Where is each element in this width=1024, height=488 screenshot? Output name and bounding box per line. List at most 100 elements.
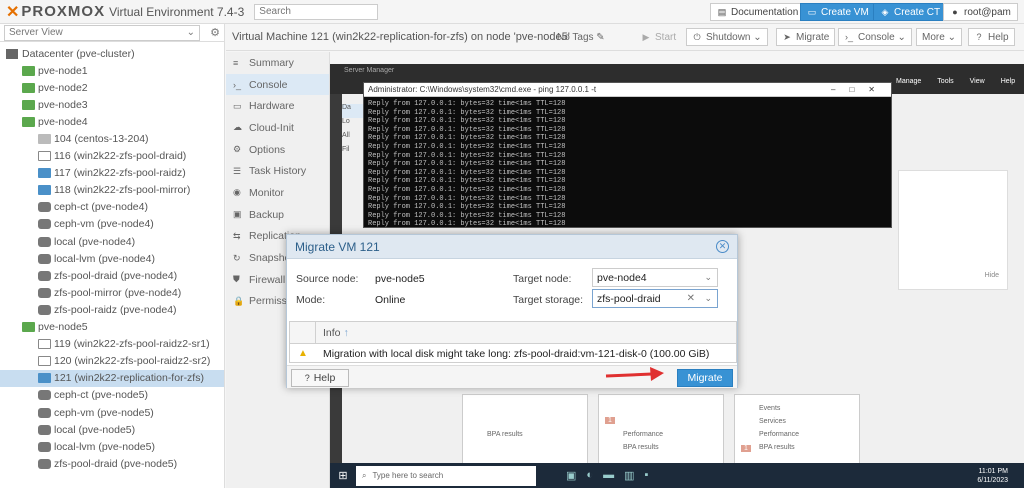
- tree-item[interactable]: pve-node4: [0, 113, 224, 130]
- documentation-button[interactable]: ▤ Documentation: [710, 3, 806, 21]
- console-button[interactable]: ›_ Console ⌄: [838, 28, 912, 46]
- migrate-dialog: Migrate VM 121 ✕ Source node: pve-node5 …: [286, 234, 738, 388]
- windows-taskbar: ⊞ ⌕ Type here to search ▣ ◐ ▬ ▥ ▪ 11:01 P…: [330, 463, 1024, 488]
- card-line[interactable]: BPA results: [759, 444, 795, 451]
- warning-text: Migration with local disk might take lon…: [323, 347, 710, 360]
- windows-start-icon[interactable]: ⊞: [330, 469, 356, 482]
- tree-item[interactable]: zfs-pool-raidz (pve-node4): [0, 301, 224, 318]
- server-manager-sidebar: Da Lo All Fil: [342, 104, 364, 160]
- tree-item-label: 117 (win2k22-zfs-pool-raidz): [54, 167, 186, 180]
- tags-button[interactable]: No Tags ✎: [552, 28, 610, 46]
- tree-item[interactable]: ceph-ct (pve-node5): [0, 387, 224, 404]
- tree-item[interactable]: pve-node5: [0, 319, 224, 336]
- server-menu-item[interactable]: Manage: [896, 78, 921, 85]
- server-view-select[interactable]: Server View ⌄: [4, 24, 200, 41]
- product-version: Virtual Environment 7.4-3: [109, 4, 245, 19]
- server-menu-item[interactable]: Tools: [937, 78, 953, 85]
- task-view-icon[interactable]: ▣: [566, 469, 576, 482]
- card-line[interactable]: Events: [759, 405, 780, 412]
- server-manager-icon[interactable]: ▥: [624, 469, 634, 482]
- tree-item[interactable]: zfs-pool-mirror (pve-node4): [0, 284, 224, 301]
- card-line[interactable]: BPA results: [487, 431, 523, 438]
- card-line[interactable]: Performance: [759, 431, 799, 438]
- tree-item[interactable]: 116 (win2k22-zfs-pool-draid): [0, 148, 224, 165]
- tree-item[interactable]: 119 (win2k22-zfs-pool-raidz2-sr1): [0, 336, 224, 353]
- tree-item-label: local (pve-node5): [54, 423, 136, 436]
- vm-menu-item[interactable]: ☰ Task History: [226, 160, 329, 182]
- vm-menu-item[interactable]: ◉ Monitor: [226, 182, 329, 204]
- create-ct-button[interactable]: ◈ Create CT: [873, 3, 948, 21]
- taskbar-search[interactable]: ⌕ Type here to search: [356, 465, 536, 486]
- tree-item[interactable]: 118 (win2k22-zfs-pool-mirror): [0, 182, 224, 199]
- close-icon[interactable]: ✕: [716, 240, 729, 253]
- tree-item[interactable]: 104 (centos-13-204): [0, 130, 224, 147]
- tree-item[interactable]: local (pve-node4): [0, 233, 224, 250]
- tree-item-label: 120 (win2k22-zfs-pool-raidz2-sr2): [54, 355, 211, 368]
- server-sidebar-item[interactable]: Lo: [342, 118, 364, 132]
- card-line[interactable]: BPA results: [623, 444, 659, 451]
- tree-item[interactable]: local-lvm (pve-node5): [0, 438, 224, 455]
- tree-item-label: pve-node4: [38, 115, 88, 128]
- tree-item[interactable]: zfs-pool-draid (pve-node4): [0, 267, 224, 284]
- tree-item[interactable]: pve-node1: [0, 62, 224, 79]
- migrate-button[interactable]: Migrate: [677, 369, 733, 387]
- user-menu-button[interactable]: ● root@pam: [943, 3, 1018, 21]
- power-icon: ⏻: [693, 31, 701, 42]
- tree-item[interactable]: pve-node3: [0, 96, 224, 113]
- server-menu-item[interactable]: View: [970, 78, 985, 85]
- server-view-bar: Server View ⌄ ⚙: [0, 24, 224, 42]
- folder-icon[interactable]: ▬: [603, 469, 614, 482]
- shutdown-button[interactable]: ⏻ Shutdown ⌄: [686, 28, 768, 46]
- cmd-window[interactable]: Administrator: C:\Windows\system32\cmd.e…: [363, 82, 892, 228]
- storage-icon: [38, 407, 51, 418]
- tree-item[interactable]: ceph-ct (pve-node4): [0, 199, 224, 216]
- vm-menu-item[interactable]: ≡ Summary: [226, 52, 329, 74]
- more-button[interactable]: More ⌄: [916, 28, 962, 46]
- tree-item[interactable]: 120 (win2k22-zfs-pool-raidz2-sr2): [0, 353, 224, 370]
- tree-item[interactable]: local (pve-node5): [0, 421, 224, 438]
- shutdown-label: Shutdown: [706, 31, 751, 43]
- vm-menu-item[interactable]: ›_ Console: [226, 73, 329, 96]
- tree-item[interactable]: zfs-pool-draid (pve-node5): [0, 455, 224, 472]
- start-button[interactable]: ▶ Start: [636, 28, 681, 46]
- vm-menu-item[interactable]: ▭ Hardware: [226, 95, 329, 117]
- target-storage-select[interactable]: zfs-pool-draid ✕ ⌄: [592, 289, 718, 308]
- vm-header: Virtual Machine 121 (win2k22-replication…: [226, 24, 1024, 51]
- card-line[interactable]: Services: [759, 418, 786, 425]
- clear-icon[interactable]: ✕: [687, 293, 695, 304]
- cmd-icon[interactable]: ▪: [644, 469, 648, 482]
- card-line[interactable]: Performance: [623, 431, 663, 438]
- tree-item[interactable]: 121 (win2k22-replication-for-zfs): [0, 369, 224, 387]
- tree-item[interactable]: 117 (win2k22-zfs-pool-raidz): [0, 165, 224, 182]
- node-icon: [22, 99, 35, 110]
- tree-item[interactable]: ceph-vm (pve-node4): [0, 216, 224, 233]
- vm-menu-item[interactable]: ☁ Cloud-Init: [226, 117, 329, 139]
- server-sidebar-item[interactable]: Da: [342, 104, 364, 118]
- search-input[interactable]: [254, 3, 379, 20]
- gear-icon[interactable]: ⚙: [210, 26, 220, 39]
- server-sidebar-item[interactable]: All: [342, 132, 364, 146]
- tree-item[interactable]: pve-node2: [0, 79, 224, 96]
- vm-menu-item[interactable]: ▣ Backup: [226, 204, 329, 226]
- create-vm-button[interactable]: ▭ Create VM: [800, 3, 876, 21]
- info-column-header[interactable]: Info ↑: [316, 327, 349, 339]
- tree-item[interactable]: local-lvm (pve-node4): [0, 250, 224, 267]
- tree-item-label: ceph-vm (pve-node5): [54, 406, 154, 419]
- server-menu-item[interactable]: Help: [1001, 78, 1015, 85]
- play-icon: ▶: [642, 31, 650, 42]
- mode-value: Online: [375, 294, 406, 306]
- window-controls-icon[interactable]: –□✕: [831, 85, 891, 94]
- node-icon: [22, 82, 35, 93]
- target-node-select[interactable]: pve-node4 ⌄: [592, 268, 718, 287]
- taskbar-clock: 11:01 PM 6/11/2023: [977, 467, 1008, 485]
- tree-item[interactable]: ceph-vm (pve-node5): [0, 404, 224, 421]
- dialog-help-button[interactable]: ? Help: [291, 369, 349, 387]
- migrate-toolbar-button[interactable]: ➤ Migrate: [776, 28, 836, 46]
- help-button[interactable]: ? Help: [968, 28, 1015, 46]
- clock-time: 11:01 PM: [978, 467, 1008, 475]
- server-sidebar-item[interactable]: Fil: [342, 146, 364, 160]
- edge-icon[interactable]: ◐: [586, 469, 593, 482]
- vm-menu-item[interactable]: ⚙ Options: [226, 139, 329, 161]
- tree-item[interactable]: Datacenter (pve-cluster): [0, 45, 224, 62]
- terminal-icon: ›_: [233, 79, 242, 90]
